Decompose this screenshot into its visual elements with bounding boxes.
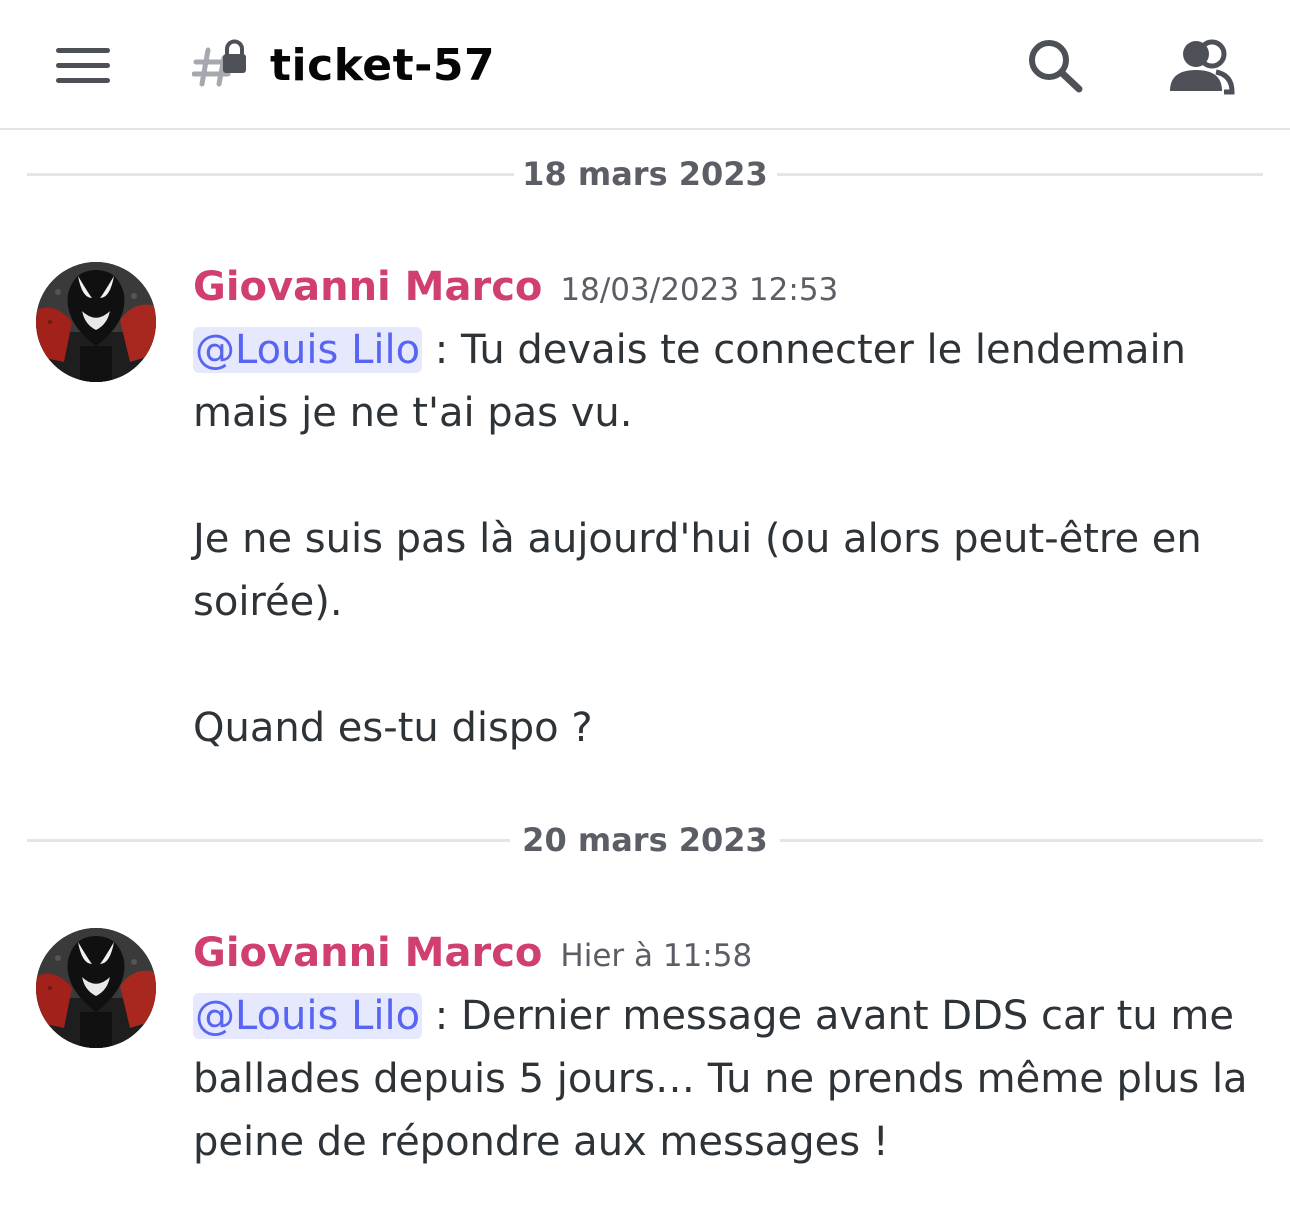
date-divider-label: 18 mars 2023 bbox=[522, 155, 768, 193]
message-timestamp: 18/03/2023 12:53 bbox=[560, 272, 839, 308]
channel-header: ticket-57 bbox=[0, 0, 1290, 130]
hamburger-menu-icon[interactable] bbox=[50, 40, 118, 90]
message-header: Giovanni Marco Hier à 11:58 bbox=[193, 928, 752, 978]
message-paragraph: Quand es-tu dispo ? bbox=[193, 705, 593, 751]
message-body: @Louis Lilo : Tu devais te connecter le … bbox=[193, 319, 1263, 760]
author-name[interactable]: Giovanni Marco bbox=[193, 264, 542, 310]
message-paragraph: @Louis Lilo : Dernier message avant DDS … bbox=[193, 985, 1263, 1174]
avatar-image bbox=[36, 262, 156, 382]
message-paragraph: @Louis Lilo : Tu devais te connecter le … bbox=[193, 319, 1263, 445]
message-header: Giovanni Marco 18/03/2023 12:53 bbox=[193, 262, 838, 312]
message-body: @Louis Lilo : Dernier message avant DDS … bbox=[193, 985, 1263, 1174]
user-mention[interactable]: @Louis Lilo bbox=[193, 993, 423, 1039]
date-divider: 20 mars 2023 bbox=[27, 820, 1263, 860]
search-icon[interactable] bbox=[1024, 36, 1086, 96]
channel-title: ticket-57 bbox=[270, 40, 496, 91]
avatar-image bbox=[36, 928, 156, 1048]
members-icon[interactable] bbox=[1164, 36, 1236, 96]
message-timestamp: Hier à 11:58 bbox=[560, 938, 753, 974]
date-divider: 18 mars 2023 bbox=[27, 154, 1263, 194]
author-name[interactable]: Giovanni Marco bbox=[193, 930, 542, 976]
avatar[interactable] bbox=[36, 928, 156, 1048]
user-mention[interactable]: @Louis Lilo bbox=[193, 327, 423, 373]
date-divider-label: 20 mars 2023 bbox=[522, 821, 768, 859]
locked-hash-channel-icon bbox=[192, 39, 246, 87]
message-paragraph: Je ne suis pas là aujourd'hui (ou alors … bbox=[193, 516, 1202, 625]
avatar[interactable] bbox=[36, 262, 156, 382]
